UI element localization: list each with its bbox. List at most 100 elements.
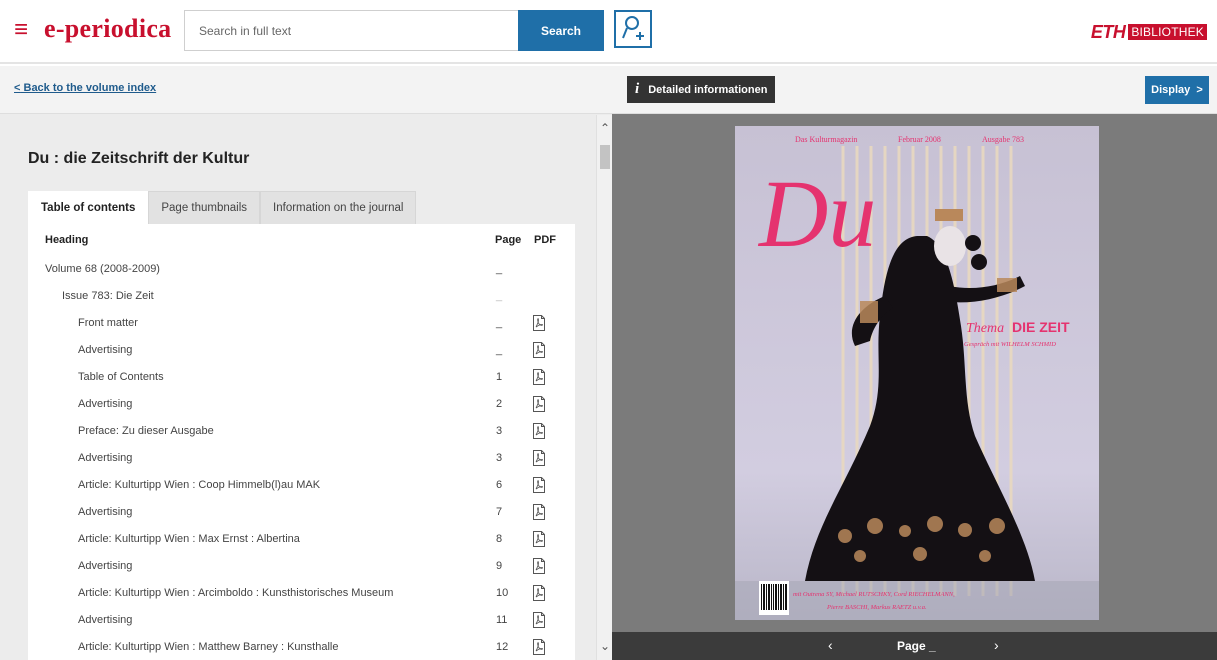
pdf-icon[interactable]	[532, 369, 546, 385]
pdf-icon[interactable]	[532, 558, 546, 574]
search-input[interactable]	[184, 10, 518, 51]
scroll-up-icon[interactable]: ⌃	[600, 122, 610, 134]
toc-row[interactable]: Advertising 3	[28, 445, 575, 472]
barcode-icon	[759, 581, 789, 615]
pdf-icon[interactable]	[532, 342, 546, 358]
content-area: Du : die Zeitschrift der Kultur Table of…	[0, 115, 596, 660]
pdf-icon[interactable]	[532, 585, 546, 601]
toc-row-page: 6	[496, 479, 503, 491]
toc-row-title[interactable]: Front matter	[78, 317, 138, 329]
detailed-informationen-button[interactable]: i Detailed informationen	[627, 76, 776, 103]
toc-row-title[interactable]: Table of Contents	[78, 371, 164, 383]
scroll-thumb[interactable]	[600, 145, 610, 169]
toc-row[interactable]: Volume 68 (2008-2009) _	[28, 256, 575, 283]
toc-row[interactable]: Front matter _	[28, 310, 575, 337]
hamburger-menu-icon[interactable]: ≡	[14, 18, 28, 42]
cover-credits-2: Pierre BASCHI, Markus RAETZ u.v.a.	[826, 604, 927, 611]
column-header-pdf: PDF	[534, 234, 556, 246]
page-navigation-bar: ‹ Page _ ›	[612, 632, 1217, 660]
toc-row-page: 9	[496, 560, 503, 572]
cover-thema-title: DIE ZEIT	[1012, 319, 1070, 335]
pdf-icon[interactable]	[532, 315, 546, 331]
toc-row-page: _	[496, 317, 503, 329]
toc-row-page: 2	[496, 398, 503, 410]
toc-row[interactable]: Advertising 7	[28, 499, 575, 526]
toc-row[interactable]: Issue 783: Die Zeit _	[28, 283, 575, 310]
page-viewer: i Detailed informationen Display > Du Da…	[612, 66, 1217, 660]
info-icon: i	[635, 81, 640, 97]
tab-table-of-contents[interactable]: Table of contents	[28, 191, 149, 224]
tab-page-thumbnails[interactable]: Page thumbnails	[148, 191, 261, 224]
toc-row[interactable]: Advertising 2	[28, 391, 575, 418]
cover-subline: Gespräch mit WILHELM SCHMID	[964, 341, 1056, 348]
toc-row-title[interactable]: Article: Kulturtipp Wien : Matthew Barne…	[78, 641, 338, 653]
toc-row-title[interactable]: Advertising	[78, 560, 132, 572]
toc-row[interactable]: Article: Kulturtipp Wien : Max Ernst : A…	[28, 526, 575, 553]
back-bar: < Back to the volume index	[0, 66, 612, 114]
toc-row-page: _	[496, 263, 503, 275]
toc-row-title[interactable]: Advertising	[78, 398, 132, 410]
toc-row-title[interactable]: Advertising	[78, 344, 132, 356]
search-button[interactable]: Search	[518, 10, 604, 51]
pdf-icon[interactable]	[532, 450, 546, 466]
brand-logo[interactable]: e-periodica	[44, 14, 172, 44]
pdf-icon[interactable]	[532, 612, 546, 628]
eth-bibliothek-logo[interactable]: ETH BIBLIOTHEK	[1090, 21, 1207, 42]
display-button[interactable]: Display >	[1145, 76, 1209, 104]
toc-row[interactable]: Advertising 9	[28, 553, 575, 580]
toc-row-page: 3	[496, 452, 503, 464]
cover-header-right: Ausgabe 783	[982, 135, 1024, 144]
eth-logo-box: BIBLIOTHEK	[1128, 24, 1207, 40]
pdf-icon[interactable]	[532, 396, 546, 412]
cover-header-mid: Februar 2008	[898, 135, 941, 144]
pdf-icon[interactable]	[532, 423, 546, 439]
toc-row-page: 10	[496, 587, 509, 599]
page-indicator: Page _	[897, 639, 936, 653]
toc-row[interactable]: Advertising _	[28, 337, 575, 364]
toc-row-title[interactable]: Article: Kulturtipp Wien : Coop Himmelb(…	[78, 479, 320, 491]
toc-row-title[interactable]: Article: Kulturtipp Wien : Arcimboldo : …	[78, 587, 393, 599]
column-header-heading: Heading	[45, 234, 89, 246]
toc-row-title[interactable]: Article: Kulturtipp Wien : Max Ernst : A…	[78, 533, 300, 545]
display-label: Display	[1151, 84, 1191, 96]
pdf-icon[interactable]	[532, 531, 546, 547]
tab-information-on-journal[interactable]: Information on the journal	[260, 191, 417, 224]
viewer-toolbar: i Detailed informationen Display >	[612, 66, 1217, 114]
toc-row-page: 3	[496, 425, 503, 437]
pdf-icon[interactable]	[532, 639, 546, 655]
add-user-icon	[622, 16, 644, 40]
toc-row[interactable]: Article: Kulturtipp Wien : Arcimboldo : …	[28, 580, 575, 607]
details-label: Detailed informationen	[648, 84, 768, 96]
back-to-volume-index-link[interactable]: < Back to the volume index	[14, 82, 156, 94]
previous-page-button[interactable]: ‹	[828, 637, 833, 653]
cover-credits-1: mit Outrena SY, Michael RUTSCHKY, Cord R…	[793, 591, 955, 598]
toc-row-title[interactable]: Advertising	[78, 614, 132, 626]
left-panel: < Back to the volume index Du : die Zeit…	[0, 66, 612, 660]
toc-row-title[interactable]: Advertising	[78, 506, 132, 518]
toc-row[interactable]: Article: Kulturtipp Wien : Matthew Barne…	[28, 634, 575, 660]
magazine-cover-image[interactable]: Du Das Kulturmagazin Februar 2008 Ausgab…	[735, 126, 1099, 620]
toc-row[interactable]: Article: Kulturtipp Wien : Coop Himmelb(…	[28, 472, 575, 499]
chevron-right-icon: >	[1193, 84, 1203, 96]
pdf-icon[interactable]	[532, 477, 546, 493]
next-page-button[interactable]: ›	[994, 637, 999, 653]
toc-header-row: Heading Page PDF	[28, 224, 575, 256]
cover-illustration: Du Das Kulturmagazin Februar 2008 Ausgab…	[735, 126, 1099, 620]
toc-row-title[interactable]: Issue 783: Die Zeit	[62, 290, 154, 302]
toc-row-title[interactable]: Advertising	[78, 452, 132, 464]
toc-row-page: 11	[496, 614, 508, 626]
toc-row-page: 1	[496, 371, 503, 383]
pdf-icon[interactable]	[532, 504, 546, 520]
toc-row-title[interactable]: Volume 68 (2008-2009)	[45, 263, 160, 275]
toc-row-title[interactable]: Preface: Zu dieser Ausgabe	[78, 425, 214, 437]
toc-row-page: _	[496, 290, 503, 302]
toc-row[interactable]: Advertising 11	[28, 607, 575, 634]
toc-scrollbar[interactable]: ⌃ ⌄	[596, 115, 612, 660]
chevron-left-icon: <	[14, 82, 21, 94]
toc-row[interactable]: Preface: Zu dieser Ausgabe 3	[28, 418, 575, 445]
toc-row[interactable]: Table of Contents 1	[28, 364, 575, 391]
eth-logo-word: ETH	[1090, 21, 1126, 42]
scroll-down-icon[interactable]: ⌄	[600, 640, 610, 652]
toc-row-page: 12	[496, 641, 509, 653]
add-user-button[interactable]	[614, 10, 652, 48]
